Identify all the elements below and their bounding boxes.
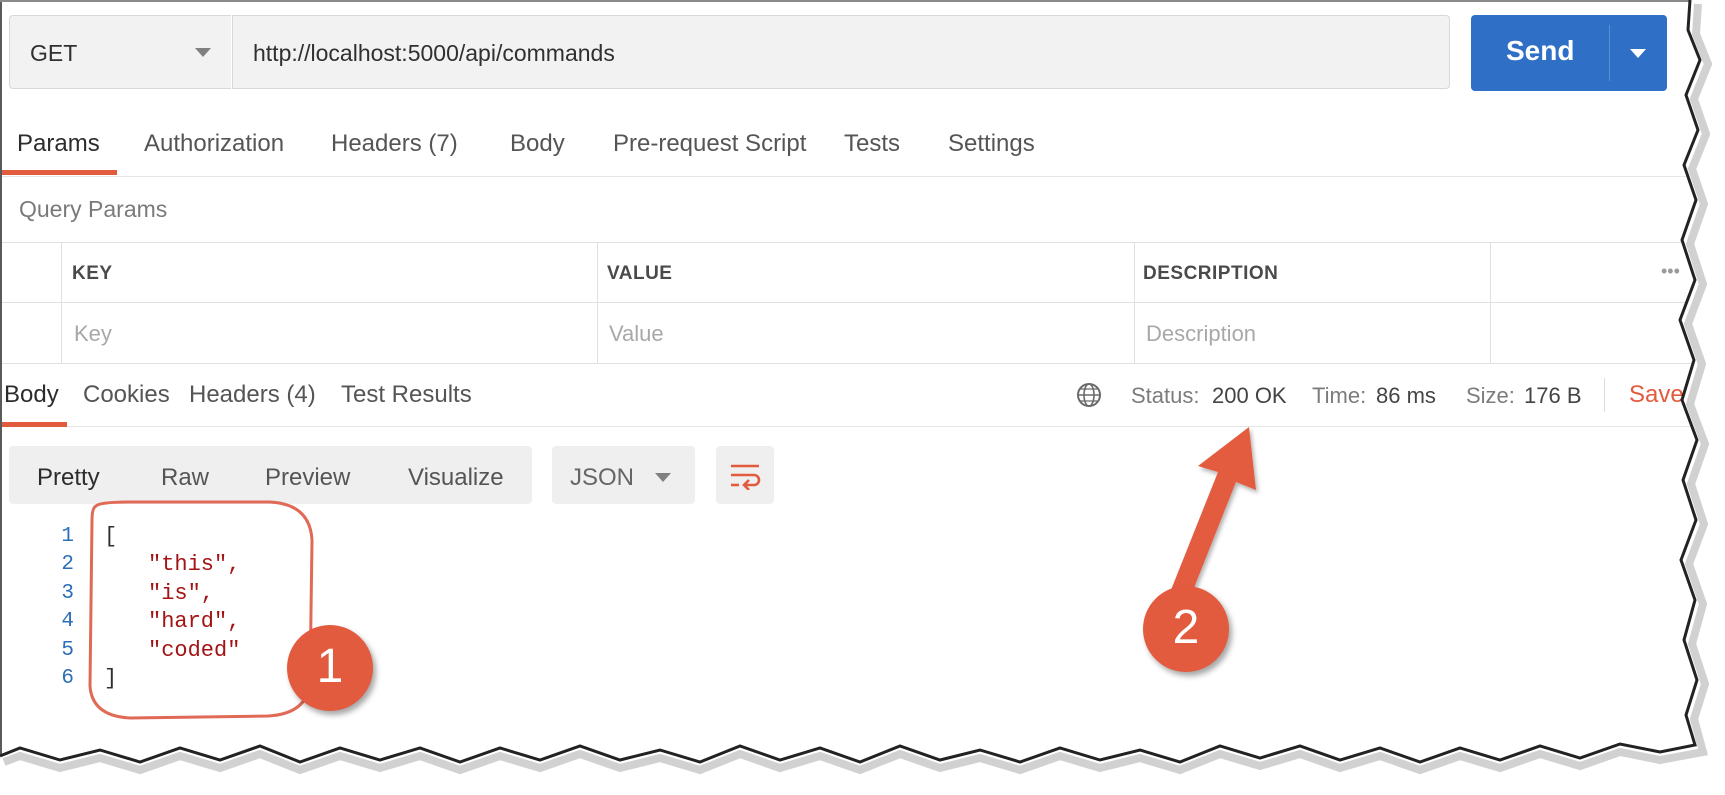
status-label: Status: (1131, 383, 1200, 408)
divider (1604, 378, 1605, 412)
tab-authorization[interactable]: Authorization (144, 130, 284, 158)
request-tabs: Params Authorization Headers (7) Body Pr… (0, 112, 1700, 177)
send-divider (1609, 25, 1610, 81)
key-input[interactable]: Key (74, 321, 112, 347)
status-value: 200 OK (1212, 383, 1287, 408)
view-preview[interactable]: Preview (265, 464, 350, 492)
line-number: 1 (61, 525, 74, 548)
view-raw[interactable]: Raw (161, 464, 209, 492)
url-input[interactable]: http://localhost:5000/api/commands (232, 15, 1450, 89)
line-number: 5 (61, 639, 74, 662)
annotation-label: 1 (316, 640, 344, 693)
chevron-down-icon (655, 473, 671, 482)
annotation-label: 2 (1172, 601, 1200, 654)
annotation-badge-2: 2 (1143, 586, 1229, 672)
wrap-lines-button[interactable] (716, 446, 774, 504)
method-select[interactable]: GET (9, 15, 231, 89)
wrap-lines-icon (731, 464, 761, 490)
chevron-down-icon (195, 48, 211, 57)
tab-params[interactable]: Params (17, 130, 100, 158)
tab-cookies[interactable]: Cookies (83, 381, 170, 409)
response-tabs: Body Cookies Headers (4) Test Results St… (0, 364, 1700, 427)
send-label: Send (1506, 35, 1575, 66)
body-view-selector: Pretty Raw Preview Visualize (9, 446, 532, 504)
json-bracket: [ (104, 524, 118, 549)
column-divider (1134, 243, 1135, 363)
annotation-badge-1: 1 (287, 625, 373, 711)
query-params-table: KEY VALUE DESCRIPTION ••• Key Value Desc… (0, 242, 1700, 364)
more-dots-icon[interactable]: ••• (1661, 261, 1680, 282)
method-label: GET (30, 40, 78, 66)
json-string: "coded" (148, 638, 241, 663)
json-string: "hard", (148, 609, 241, 634)
value-input[interactable]: Value (609, 321, 664, 347)
line-number: 2 (61, 553, 74, 576)
line-number: 3 (61, 582, 74, 605)
tab-headers[interactable]: Headers (7) (331, 130, 458, 158)
json-bracket: ] (104, 666, 118, 691)
chevron-down-icon[interactable] (1630, 49, 1646, 58)
tab-settings[interactable]: Settings (948, 130, 1035, 158)
save-response-button[interactable]: Save (1629, 381, 1684, 409)
tab-response-headers[interactable]: Headers (4) (189, 381, 316, 409)
column-divider (1490, 243, 1491, 363)
size-value: 176 B (1524, 383, 1582, 408)
tab-tests[interactable]: Tests (844, 130, 900, 158)
column-header-value: VALUE (607, 263, 673, 284)
view-visualize[interactable]: Visualize (408, 464, 504, 492)
globe-icon[interactable] (1075, 381, 1103, 409)
time-value: 86 ms (1376, 383, 1436, 408)
description-input[interactable]: Description (1146, 321, 1256, 347)
format-select[interactable]: JSON (552, 446, 695, 504)
format-label: JSON (570, 464, 635, 491)
size-label: Size: (1466, 383, 1515, 408)
view-pretty[interactable]: Pretty (37, 464, 100, 492)
json-string: "is", (148, 581, 215, 606)
postman-window: GET http://localhost:5000/api/commands S… (0, 0, 1725, 795)
column-divider (597, 243, 598, 363)
time-label: Time: (1312, 383, 1367, 408)
url-text: http://localhost:5000/api/commands (253, 40, 615, 66)
active-tab-indicator (2, 422, 67, 427)
query-params-title: Query Params (19, 196, 168, 222)
send-button[interactable]: Send (1471, 15, 1667, 91)
json-string: "this", (148, 552, 241, 577)
line-number: 6 (61, 667, 74, 690)
column-divider (61, 243, 62, 363)
active-tab-indicator (2, 170, 117, 175)
tab-pre-request-script[interactable]: Pre-request Script (613, 130, 806, 158)
tab-response-body[interactable]: Body (4, 381, 59, 409)
column-header-key: KEY (72, 263, 113, 284)
tab-body[interactable]: Body (510, 130, 565, 158)
table-row-divider (0, 302, 1700, 303)
tab-test-results[interactable]: Test Results (341, 381, 472, 409)
column-header-description: DESCRIPTION (1143, 263, 1279, 284)
line-number: 4 (61, 610, 74, 633)
